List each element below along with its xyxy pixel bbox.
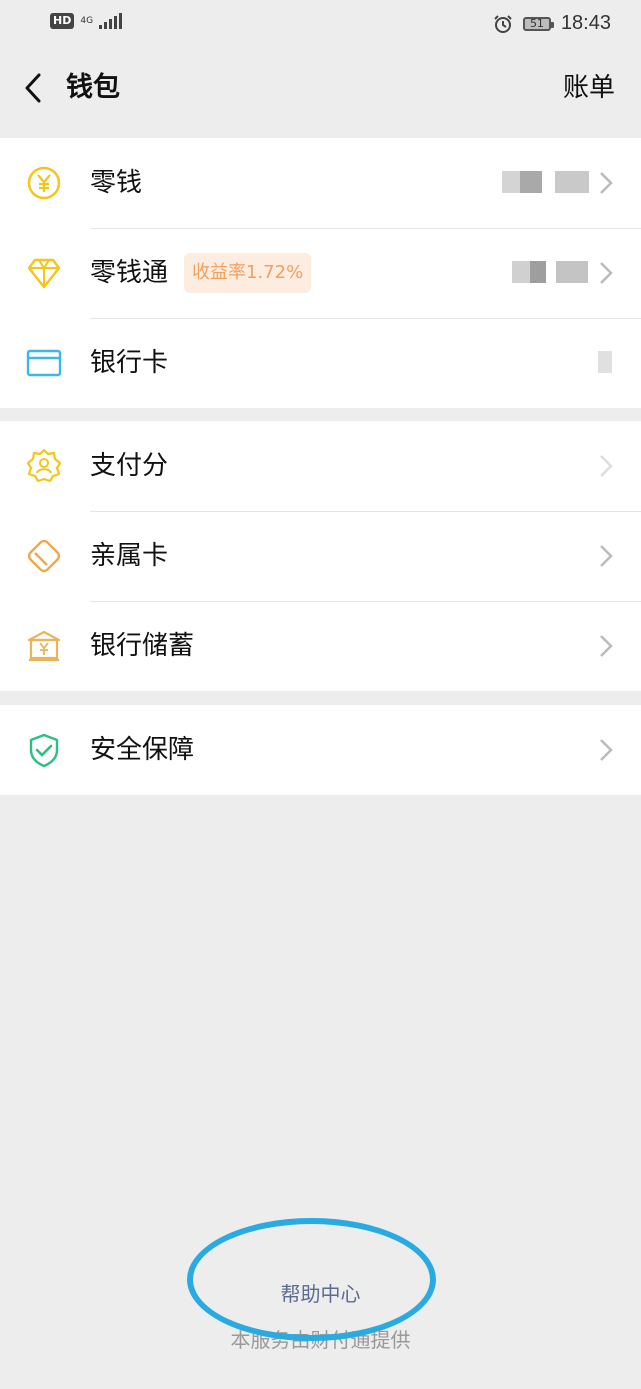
wallet-group-funds: 零钱 零钱通 收益率1.72% 银行卡 (0, 138, 641, 408)
highlight-circle (187, 1218, 436, 1341)
item-label: 零钱 (90, 168, 143, 198)
chevron-right-icon (600, 262, 613, 284)
item-label: 亲属卡 (90, 541, 169, 571)
chevron-right-icon (600, 545, 613, 567)
card-icon (26, 345, 62, 381)
network-type: 4G (80, 15, 94, 26)
battery-icon: 51 (522, 16, 554, 31)
hd-badge: HD (50, 13, 75, 29)
list-item-change[interactable]: 零钱 (0, 138, 641, 228)
list-item-bank-savings[interactable]: 银行储蓄 (0, 601, 641, 691)
battery-level: 51 (529, 17, 544, 30)
nav-bar: 钱包 账单 (0, 48, 641, 128)
score-badge-icon (26, 448, 62, 484)
item-label: 支付分 (90, 451, 169, 481)
chevron-right-icon (600, 172, 613, 194)
list-item-bank-card[interactable]: 银行卡 (0, 318, 641, 408)
status-right: 51 18:43 (493, 12, 611, 35)
signal-icon (99, 13, 123, 29)
chevron-left-icon (25, 73, 41, 103)
list-item-security[interactable]: 安全保障 (0, 705, 641, 795)
item-label: 银行储蓄 (90, 631, 195, 661)
item-label: 安全保障 (90, 735, 195, 765)
chevron-right-icon (600, 455, 613, 477)
back-button[interactable] (18, 70, 48, 106)
chevron-right-icon (600, 635, 613, 657)
wallet-group-services: 支付分 亲属卡 银行储蓄 (0, 421, 641, 691)
list-item-family-card[interactable]: 亲属卡 (0, 511, 641, 601)
shield-check-icon (26, 732, 62, 768)
page-title: 钱包 (66, 72, 120, 103)
list-item-pay-score[interactable]: 支付分 (0, 421, 641, 511)
yield-badge: 收益率1.72% (184, 253, 312, 293)
list-item-change-pass[interactable]: 零钱通 收益率1.72% (0, 228, 641, 318)
chevron-right-icon (600, 739, 613, 761)
status-bar: HD 4G 51 18:43 (0, 0, 641, 48)
diamond-icon (26, 255, 62, 291)
alarm-icon (494, 14, 512, 33)
wallet-group-security: 安全保障 (0, 705, 641, 795)
item-label: 零钱通 (90, 258, 169, 288)
family-card-icon (26, 538, 62, 574)
yuan-coin-icon (26, 165, 62, 201)
bill-button[interactable]: 账单 (563, 70, 615, 106)
bank-icon (26, 628, 62, 664)
status-time: 18:43 (560, 12, 611, 34)
status-left: HD 4G (50, 13, 123, 29)
item-label: 银行卡 (90, 348, 169, 378)
